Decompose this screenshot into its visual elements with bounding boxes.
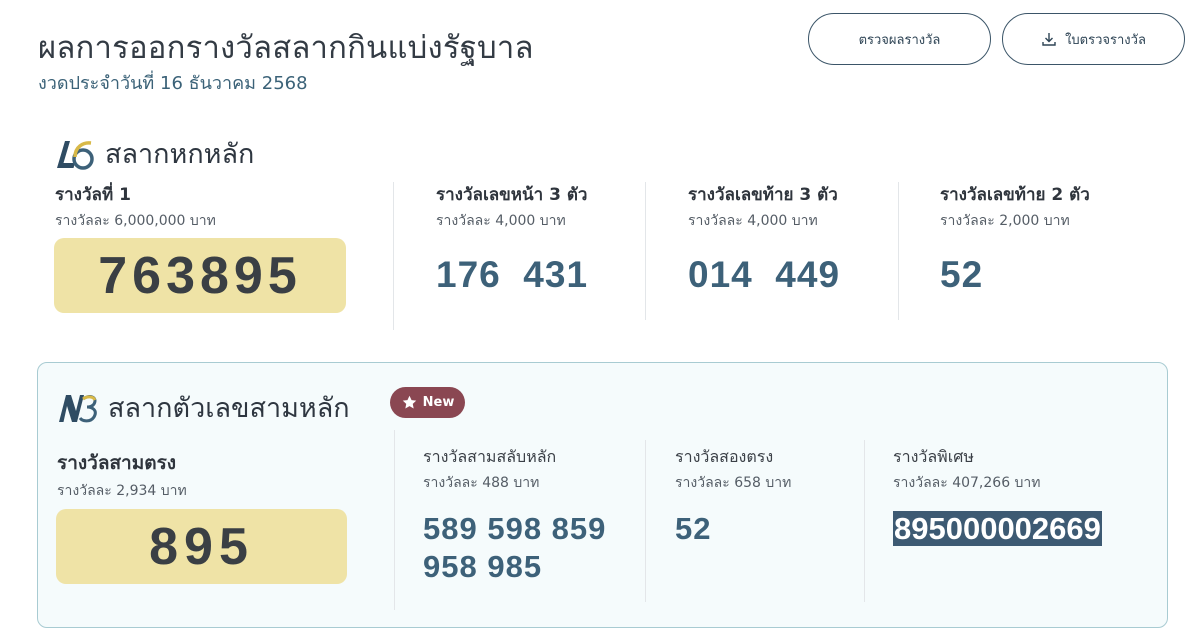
n3-two-straight-prize: รางวัลสองตรง รางวัลละ 658 บาท	[675, 445, 791, 494]
prize-amount: รางวัลละ 4,000 บาท	[436, 213, 566, 229]
special-prize-number-text: 895000002669	[893, 511, 1102, 546]
download-icon	[1042, 33, 1056, 46]
check-results-label: ตรวจผลรางวัล	[858, 32, 941, 48]
prize-name: รางวัลเลขหน้า 3 ตัว	[436, 185, 588, 205]
prize-name: รางวัลเลขท้าย 3 ตัว	[688, 185, 838, 205]
prize-amount: รางวัลละ 658 บาท	[675, 475, 792, 491]
n3-section-heading: สลากตัวเลขสามหลัก	[56, 386, 350, 429]
prize-name: รางวัลที่ 1	[55, 185, 131, 205]
prize-amount: รางวัลละ 4,000 บาท	[688, 213, 818, 229]
prize-amount: รางวัลละ 2,934 บาท	[57, 483, 187, 499]
n3-section-title: สลากตัวเลขสามหลัก	[108, 393, 350, 424]
star-icon	[402, 395, 416, 409]
last-two-numbers: 52	[940, 254, 984, 295]
prize-name: รางวัลสามสลับหลัก	[423, 447, 557, 466]
permutation-numbers: 589 598 859 958 985	[423, 510, 606, 586]
divider	[393, 182, 394, 330]
new-badge: New	[390, 387, 465, 418]
l6-section-heading: สลากหกหลัก	[53, 132, 254, 175]
prize-name: รางวัลสามตรง	[57, 452, 177, 474]
permutation-numbers-line2: 958 985	[423, 549, 543, 584]
page-title: ผลการออกรางวัลสลากกินแบ่งรัฐบาล	[38, 30, 534, 66]
first-prize-number: 763895	[98, 246, 302, 305]
two-straight-numbers: 52	[675, 511, 712, 546]
divider	[898, 182, 899, 320]
prize-name: รางวัลเลขท้าย 2 ตัว	[940, 185, 1090, 205]
new-badge-label: New	[422, 395, 455, 410]
straight-three-number-box: 895	[56, 509, 347, 584]
special-prize-number[interactable]: 895000002669	[893, 511, 1102, 547]
n3-special-prize: รางวัลพิเศษ รางวัลละ 407,266 บาท	[893, 445, 1041, 494]
l6-first-prize: รางวัลที่ 1 รางวัลละ 6,000,000 บาท	[55, 181, 216, 232]
front-three-numbers: 176 431	[436, 254, 589, 295]
prize-amount: รางวัลละ 407,266 บาท	[893, 475, 1041, 491]
first-prize-number-box: 763895	[54, 238, 346, 313]
check-results-button[interactable]: ตรวจผลรางวัล	[808, 13, 991, 65]
n3-logo-icon	[59, 394, 97, 422]
prize-amount: รางวัลละ 6,000,000 บาท	[55, 213, 216, 229]
l6-section-title: สลากหกหลัก	[105, 139, 255, 170]
n3-straight-three-prize: รางวัลสามตรง รางวัลละ 2,934 บาท	[57, 448, 187, 502]
download-checklist-button[interactable]: ใบตรวจรางวัล	[1002, 13, 1185, 65]
divider	[645, 182, 646, 320]
download-checklist-label: ใบตรวจรางวัล	[1065, 32, 1146, 48]
prize-name: รางวัลพิเศษ	[893, 447, 974, 466]
prize-name: รางวัลสองตรง	[675, 447, 774, 466]
l6-front-three-prize: รางวัลเลขหน้า 3 ตัว รางวัลละ 4,000 บาท	[436, 181, 587, 232]
last-three-numbers: 014 449	[688, 254, 841, 295]
divider	[394, 430, 395, 610]
permutation-numbers-line1: 589 598 859	[423, 511, 607, 546]
l6-logo-icon	[57, 140, 94, 170]
divider	[864, 440, 865, 602]
draw-date: งวดประจำวันที่ 16 ธันวาคม 2568	[38, 73, 308, 94]
n3-permutation-prize: รางวัลสามสลับหลัก รางวัลละ 488 บาท	[423, 445, 556, 494]
prize-amount: รางวัลละ 2,000 บาท	[940, 213, 1070, 229]
divider	[645, 440, 646, 602]
l6-last-two-prize: รางวัลเลขท้าย 2 ตัว รางวัลละ 2,000 บาท	[940, 181, 1090, 232]
straight-three-number: 895	[149, 517, 254, 576]
prize-amount: รางวัลละ 488 บาท	[423, 475, 540, 491]
l6-last-three-prize: รางวัลเลขท้าย 3 ตัว รางวัลละ 4,000 บาท	[688, 181, 838, 232]
